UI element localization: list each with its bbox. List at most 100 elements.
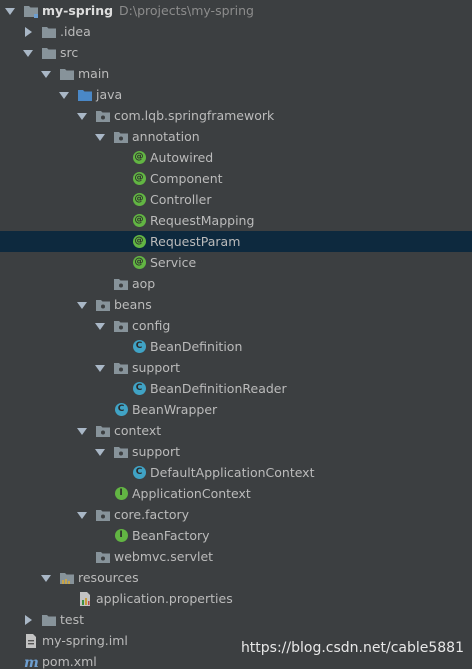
chevron-down-icon[interactable] (76, 110, 87, 121)
tree-item-label: core.factory (114, 507, 190, 522)
tree-item-context[interactable]: context (0, 420, 472, 441)
tree-item-controller[interactable]: @ Controller (0, 189, 472, 210)
tree-item-config[interactable]: config (0, 315, 472, 336)
tree-item-test[interactable]: test (0, 609, 472, 630)
interface-badge: I (114, 487, 128, 500)
annotation-badge: @ (132, 214, 146, 227)
tree-item-aop[interactable]: aop (0, 273, 472, 294)
project-folder-icon (23, 3, 39, 19)
tree-item-requestmapping[interactable]: @ RequestMapping (0, 210, 472, 231)
tree-item-beanwrapper[interactable]: C BeanWrapper (0, 399, 472, 420)
tree-item-src[interactable]: src (0, 42, 472, 63)
tree-item-label: DefaultApplicationContext (150, 465, 315, 480)
tree-item-label: BeanWrapper (132, 402, 218, 417)
annotation-icon: @ (131, 234, 147, 250)
tree-item-label: my-spring.iml (42, 633, 128, 648)
chevron-down-icon[interactable] (94, 131, 105, 142)
package-icon (95, 507, 111, 523)
tree-item-label: pom.xml (42, 654, 97, 669)
class-icon: C (131, 465, 147, 481)
package-icon (95, 108, 111, 124)
annotation-icon: @ (131, 150, 147, 166)
tree-item-my-spring[interactable]: my-spring D:\projects\my-spring (0, 0, 472, 21)
package-icon (95, 297, 111, 313)
chevron-down-icon[interactable] (76, 509, 87, 520)
tree-item-label: src (60, 45, 79, 60)
maven-file-icon: m (23, 654, 39, 669)
project-path: D:\projects\my-spring (119, 3, 254, 18)
tree-item-support[interactable]: support (0, 441, 472, 462)
package-icon (113, 444, 129, 460)
tree-item-com-lqb-springframework[interactable]: com.lqb.springframework (0, 105, 472, 126)
class-icon: C (131, 381, 147, 397)
tree-item-label: beans (114, 297, 152, 312)
tree-item-beandefinitionreader[interactable]: C BeanDefinitionReader (0, 378, 472, 399)
tree-item-component[interactable]: @ Component (0, 168, 472, 189)
tree-item-label: RequestParam (150, 234, 241, 249)
interface-icon: I (113, 486, 129, 502)
tree-item-label: BeanDefinitionReader (150, 381, 287, 396)
tree-item-support[interactable]: support (0, 357, 472, 378)
watermark-text: https://blog.csdn.net/cable5881 (240, 640, 464, 656)
interface-icon: I (113, 528, 129, 544)
chevron-down-icon[interactable] (22, 47, 33, 58)
annotation-badge: @ (132, 256, 146, 269)
tree-item-core-factory[interactable]: core.factory (0, 504, 472, 525)
svg-text:m: m (24, 655, 39, 669)
tree-item-label: annotation (132, 129, 200, 144)
chevron-right-icon[interactable] (22, 614, 33, 625)
chevron-down-icon[interactable] (94, 446, 105, 457)
chevron-down-icon[interactable] (58, 89, 69, 100)
folder-icon (59, 66, 75, 82)
tree-item-requestparam[interactable]: @ RequestParam (0, 231, 472, 252)
tree-item-label: resources (78, 570, 139, 585)
tree-item-beanfactory[interactable]: I BeanFactory (0, 525, 472, 546)
annotation-badge: @ (132, 151, 146, 164)
chevron-down-icon[interactable] (76, 299, 87, 310)
package-icon (113, 360, 129, 376)
class-badge: C (114, 403, 128, 416)
package-icon (113, 129, 129, 145)
tree-item-label: my-spring (42, 3, 114, 18)
class-icon: C (131, 339, 147, 355)
tree-item-label: Service (150, 255, 197, 270)
chevron-right-icon[interactable] (22, 26, 33, 37)
tree-item-main[interactable]: main (0, 63, 472, 84)
tree-item-label: BeanFactory (132, 528, 210, 543)
project-tree[interactable]: my-spring D:\projects\my-spring .idea src ma… (0, 0, 472, 669)
tree-item-label: test (60, 612, 85, 627)
tree-item-autowired[interactable]: @ Autowired (0, 147, 472, 168)
tree-item-service[interactable]: @ Service (0, 252, 472, 273)
chevron-down-icon[interactable] (94, 320, 105, 331)
properties-file-icon (77, 591, 93, 607)
annotation-icon: @ (131, 192, 147, 208)
tree-item-annotation[interactable]: annotation (0, 126, 472, 147)
tree-item-beans[interactable]: beans (0, 294, 472, 315)
tree-item-defaultapplicationcontext[interactable]: C DefaultApplicationContext (0, 462, 472, 483)
package-icon (113, 276, 129, 292)
tree-item-label: webmvc.servlet (114, 549, 214, 564)
resources-folder-icon (59, 570, 75, 586)
chevron-down-icon[interactable] (4, 5, 15, 16)
annotation-badge: @ (132, 193, 146, 206)
annotation-icon: @ (131, 255, 147, 271)
tree-item-webmvc-servlet[interactable]: webmvc.servlet (0, 546, 472, 567)
tree-item-applicationcontext[interactable]: I ApplicationContext (0, 483, 472, 504)
annotation-icon: @ (131, 213, 147, 229)
tree-item-label: support (132, 444, 180, 459)
chevron-down-icon[interactable] (40, 572, 51, 583)
tree-item-beandefinition[interactable]: C BeanDefinition (0, 336, 472, 357)
tree-item-label: context (114, 423, 162, 438)
tree-item-resources[interactable]: resources (0, 567, 472, 588)
tree-item-label: BeanDefinition (150, 339, 243, 354)
package-icon (95, 549, 111, 565)
chevron-down-icon[interactable] (76, 425, 87, 436)
chevron-down-icon[interactable] (94, 362, 105, 373)
tree-item-application-properties[interactable]: application.properties (0, 588, 472, 609)
tree-item--idea[interactable]: .idea (0, 21, 472, 42)
folder-icon (41, 612, 57, 628)
chevron-down-icon[interactable] (40, 68, 51, 79)
tree-item-label: Autowired (150, 150, 214, 165)
tree-item-java[interactable]: java (0, 84, 472, 105)
tree-item-label: aop (132, 276, 156, 291)
